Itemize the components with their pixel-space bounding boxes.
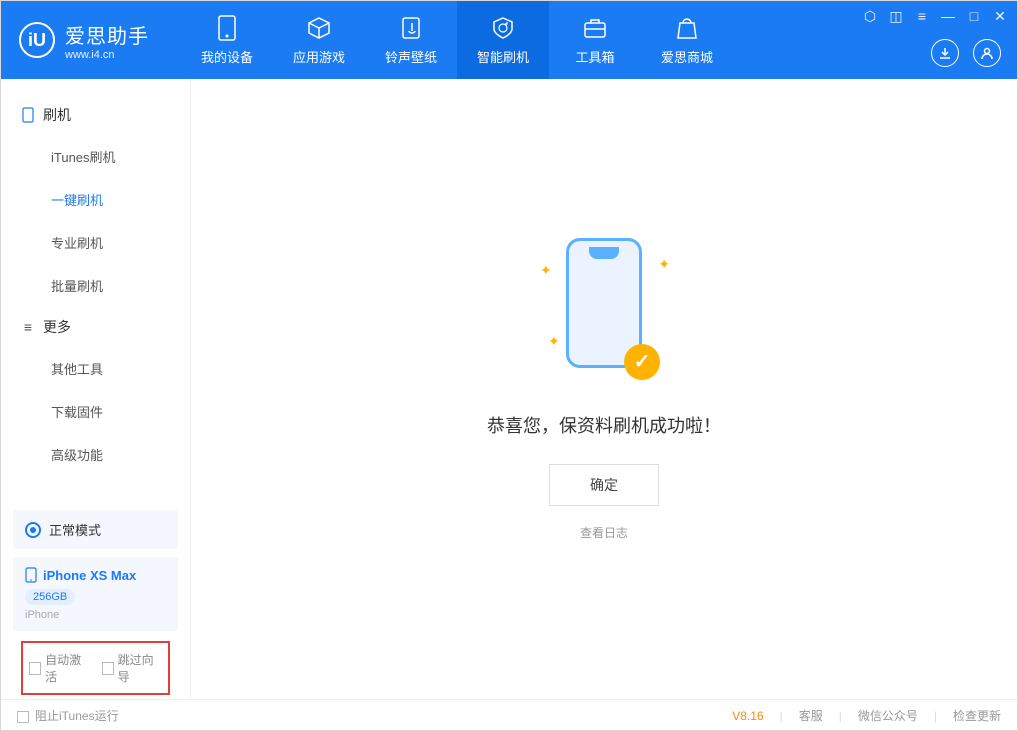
nav-apps[interactable]: 应用游戏 [273, 1, 365, 79]
main-nav: 我的设备 应用游戏 铃声壁纸 智能刷机 工具箱 爱思商城 [181, 1, 733, 79]
mode-label: 正常模式 [49, 520, 101, 539]
footer-link-support[interactable]: 客服 [799, 707, 823, 724]
sidebar-item-itunes-flash[interactable]: iTunes刷机 [1, 135, 190, 178]
phone-icon [214, 15, 240, 41]
header-actions [931, 39, 1001, 67]
view-log-link[interactable]: 查看日志 [580, 524, 628, 541]
device-info-box[interactable]: iPhone XS Max 256GB iPhone [13, 557, 178, 631]
brand-name: 爱思助手 [65, 20, 149, 49]
nav-flash[interactable]: 智能刷机 [457, 1, 549, 79]
close-button[interactable]: ✕ [991, 7, 1009, 25]
nav-label: 工具箱 [575, 47, 614, 66]
mode-indicator-icon [25, 522, 41, 538]
success-illustration: ✦ ✦ ✦ ✓ [534, 238, 674, 388]
box-icon[interactable]: ◫ [887, 7, 905, 25]
music-icon [398, 15, 424, 41]
sidebar-section-more: ≡ 更多 [1, 307, 190, 347]
refresh-shield-icon [490, 15, 516, 41]
sparkle-icon: ✦ [540, 262, 552, 279]
separator: | [780, 709, 783, 723]
briefcase-icon [582, 15, 608, 41]
sparkle-icon: ✦ [658, 256, 670, 273]
shirt-icon[interactable]: ⬡ [861, 7, 879, 25]
nav-label: 我的设备 [201, 47, 253, 66]
menu-icon[interactable]: ≡ [913, 7, 931, 25]
sidebar: 刷机 iTunes刷机 一键刷机 专业刷机 批量刷机 ≡ 更多 其他工具 下载固… [1, 79, 191, 699]
nav-label: 爱思商城 [661, 47, 713, 66]
footer-link-update[interactable]: 检查更新 [953, 707, 1001, 724]
separator: | [839, 709, 842, 723]
cube-icon [306, 15, 332, 41]
highlighted-options-box: 自动激活 跳过向导 [21, 641, 170, 695]
main-content: ✦ ✦ ✦ ✓ 恭喜您，保资料刷机成功啦！ 确定 查看日志 [191, 79, 1017, 699]
phone-small-icon [25, 567, 37, 583]
separator: | [934, 709, 937, 723]
sidebar-item-batch-flash[interactable]: 批量刷机 [1, 264, 190, 307]
checkbox-skip-guide[interactable]: 跳过向导 [102, 651, 163, 685]
download-button[interactable] [931, 39, 959, 67]
footer-right: V8.16 | 客服 | 微信公众号 | 检查更新 [732, 707, 1001, 724]
nav-store[interactable]: 爱思商城 [641, 1, 733, 79]
sparkle-icon: ✦ [548, 333, 560, 350]
sidebar-item-oneclick-flash[interactable]: 一键刷机 [1, 178, 190, 221]
bag-icon [674, 15, 700, 41]
checkbox-auto-activate[interactable]: 自动激活 [29, 651, 90, 685]
minimize-button[interactable]: — [939, 7, 957, 25]
sidebar-item-advanced[interactable]: 高级功能 [1, 433, 190, 476]
device-name: iPhone XS Max [43, 568, 136, 583]
version-label: V8.16 [732, 709, 763, 723]
checkbox-block-itunes[interactable]: 阻止iTunes运行 [17, 707, 119, 724]
brand-logo: iU 爱思助手 www.i4.cn [1, 1, 167, 79]
brand-url: www.i4.cn [65, 49, 149, 61]
sidebar-item-other-tools[interactable]: 其他工具 [1, 347, 190, 390]
check-badge-icon: ✓ [624, 344, 660, 380]
device-storage-badge: 256GB [25, 589, 75, 605]
maximize-button[interactable]: □ [965, 7, 983, 25]
nav-ringtones[interactable]: 铃声壁纸 [365, 1, 457, 79]
status-bar: 阻止iTunes运行 V8.16 | 客服 | 微信公众号 | 检查更新 [1, 699, 1017, 731]
device-mode-box[interactable]: 正常模式 [13, 510, 178, 549]
list-icon: ≡ [21, 320, 35, 334]
logo-icon: iU [19, 22, 55, 58]
device-small-icon [21, 108, 35, 122]
section-title: 刷机 [43, 105, 71, 125]
nav-my-device[interactable]: 我的设备 [181, 1, 273, 79]
success-message: 恭喜您，保资料刷机成功啦！ [487, 412, 721, 438]
app-body: 刷机 iTunes刷机 一键刷机 专业刷机 批量刷机 ≡ 更多 其他工具 下载固… [1, 79, 1017, 699]
sidebar-item-pro-flash[interactable]: 专业刷机 [1, 221, 190, 264]
sidebar-section-flash: 刷机 [1, 95, 190, 135]
nav-label: 应用游戏 [293, 47, 345, 66]
nav-toolbox[interactable]: 工具箱 [549, 1, 641, 79]
app-header: iU 爱思助手 www.i4.cn 我的设备 应用游戏 铃声壁纸 智能刷机 工具… [1, 1, 1017, 79]
ok-button[interactable]: 确定 [549, 464, 659, 506]
user-button[interactable] [973, 39, 1001, 67]
nav-label: 智能刷机 [477, 47, 529, 66]
sidebar-bottom: 正常模式 iPhone XS Max 256GB iPhone 自动激活 跳过向… [1, 510, 190, 699]
footer-link-wechat[interactable]: 微信公众号 [858, 707, 918, 724]
section-title: 更多 [43, 317, 71, 337]
device-type: iPhone [25, 609, 166, 621]
nav-label: 铃声壁纸 [385, 47, 437, 66]
window-controls: ⬡ ◫ ≡ — □ ✕ [861, 7, 1009, 25]
sidebar-item-download-firmware[interactable]: 下载固件 [1, 390, 190, 433]
